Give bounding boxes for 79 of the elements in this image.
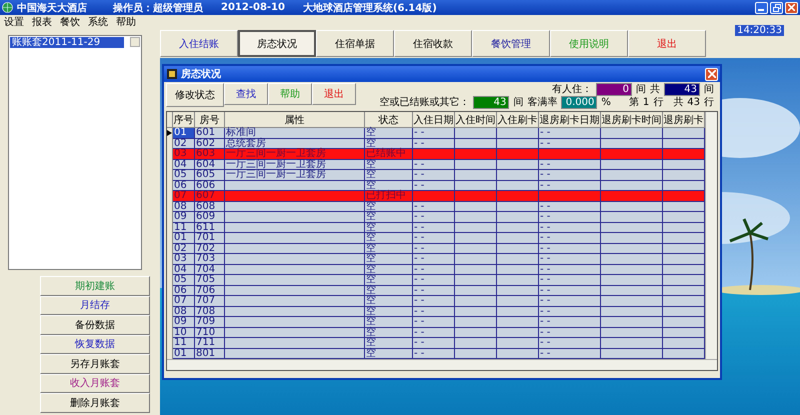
table-row[interactable]: 09 709 空 - - - - (167, 317, 705, 328)
nav-button[interactable]: 住宿收款 (394, 30, 472, 57)
account-list[interactable]: 账账套2011-11-29 (8, 35, 142, 270)
window-title: 操作员：超级管理员 (113, 2, 203, 14)
restore-button[interactable] (770, 2, 783, 14)
table-row[interactable]: 05 705 空 - - - - (167, 275, 705, 286)
unit-label: 间 (636, 83, 646, 96)
table-row[interactable]: 06 606 空 - - - - (167, 180, 705, 191)
menu-item[interactable]: 报表 (32, 15, 52, 29)
close-button[interactable] (785, 2, 798, 14)
menu-item[interactable]: 设置 (4, 15, 24, 29)
stat-value: 0.000 (561, 96, 598, 108)
table-row[interactable]: 04 704 空 - - - - (167, 264, 705, 275)
horizontal-scrollbar[interactable] (167, 359, 717, 370)
nav-button[interactable]: 退出 (628, 30, 706, 57)
table-row[interactable]: 07 707 空 - - - - (167, 296, 705, 306)
table-row[interactable]: 10 710 空 - - - - (167, 328, 705, 338)
table-row[interactable]: 08 708 空 - - - - (167, 306, 705, 317)
table-row[interactable]: 09 609 空 - - - - (167, 212, 705, 222)
nav-button[interactable]: 住宿单据 (316, 30, 394, 57)
minimize-button[interactable] (755, 2, 768, 14)
table-row[interactable]: 01 701 空 - - - - (167, 233, 705, 244)
toolbar-label[interactable]: 修改状态 (166, 83, 224, 107)
stat-label: 有人住： (552, 83, 592, 96)
table-row[interactable]: 06 706 空 - - - - (167, 286, 705, 296)
table-row[interactable]: 08 608 空 - - - - (167, 202, 705, 212)
side-button[interactable]: 收入月账套 (40, 374, 150, 393)
side-button[interactable]: 另存月账套 (40, 354, 150, 374)
window-title: 中国海天大酒店 (17, 1, 87, 14)
vertical-scrollbar[interactable] (705, 112, 717, 359)
table-row[interactable]: 03 703 空 - - - - (167, 254, 705, 264)
unit-label: 间 (704, 83, 714, 96)
stat-value: 43 (664, 82, 700, 96)
table-row[interactable]: 11 611 空 - - - - (167, 222, 705, 233)
menu-item[interactable]: 帮助 (116, 15, 136, 29)
table-row[interactable]: 11 711 空 - - - - (167, 338, 705, 348)
row-label: 行 (653, 96, 664, 109)
side-button[interactable]: 删除月账套 (40, 393, 150, 412)
stat-label: 空或已结账或其它： (379, 96, 470, 109)
total-count: 43 (687, 96, 700, 108)
dialog-title: 房态状况 (181, 67, 221, 81)
table-row[interactable]: 04 604 一厅三间一厨一卫套房 空 - - - - (167, 160, 705, 170)
list-item[interactable]: 账账套2011-11-29 (10, 37, 124, 48)
total-label: 共 (673, 96, 684, 109)
toolbar-button[interactable]: 退出 (312, 83, 356, 105)
window-title: 2012-08-10 (221, 2, 285, 13)
row-label: 行 (704, 96, 714, 109)
menu-item[interactable]: 餐饮 (60, 15, 80, 29)
unit-label: % (601, 96, 611, 108)
restore-icon (772, 4, 780, 12)
close-icon (788, 4, 795, 11)
stat-value: 43 (473, 96, 510, 108)
table-row[interactable]: 02 702 空 - - - - (167, 244, 705, 254)
stat-value: 0 (596, 82, 632, 96)
side-button[interactable]: 月结存 (40, 296, 150, 315)
clock: 14:20:33 (735, 25, 784, 36)
toolbar-button[interactable]: 查找 (224, 83, 268, 105)
side-button[interactable]: 备份数据 (40, 315, 150, 334)
close-button[interactable] (705, 68, 718, 80)
side-button[interactable]: 恢复数据 (40, 334, 150, 354)
window-icon (167, 69, 177, 79)
table-cell: 01 (173, 128, 195, 138)
table-row[interactable]: 01 801 空 - - - - (167, 348, 705, 359)
nav-button[interactable]: 房态状况 (238, 30, 316, 57)
stat-label: 共 (650, 82, 660, 96)
row-number: 1 (642, 96, 650, 108)
unit-label: 间 (513, 96, 524, 109)
table-row[interactable]: 02 602 总统套房 空 - - - - (167, 138, 705, 149)
menu-item[interactable]: 系统 (88, 15, 108, 29)
side-button[interactable]: 期初建账 (40, 276, 150, 296)
table-row[interactable]: 05 605 一厅三间一厨一卫套房 空 - - - - (167, 170, 705, 180)
globe-icon (2, 2, 13, 13)
window-title: 大地球酒店管理系统(6.14版) (302, 1, 437, 14)
nav-button[interactable]: 餐饮管理 (472, 30, 550, 57)
nav-button[interactable]: 入住结账 (160, 30, 238, 57)
stat-label: 客满率 (527, 96, 558, 109)
table-row[interactable]: 01 601 标准间 空 - - - - (167, 128, 705, 138)
row-label: 第 (628, 96, 639, 109)
close-icon (708, 70, 716, 78)
